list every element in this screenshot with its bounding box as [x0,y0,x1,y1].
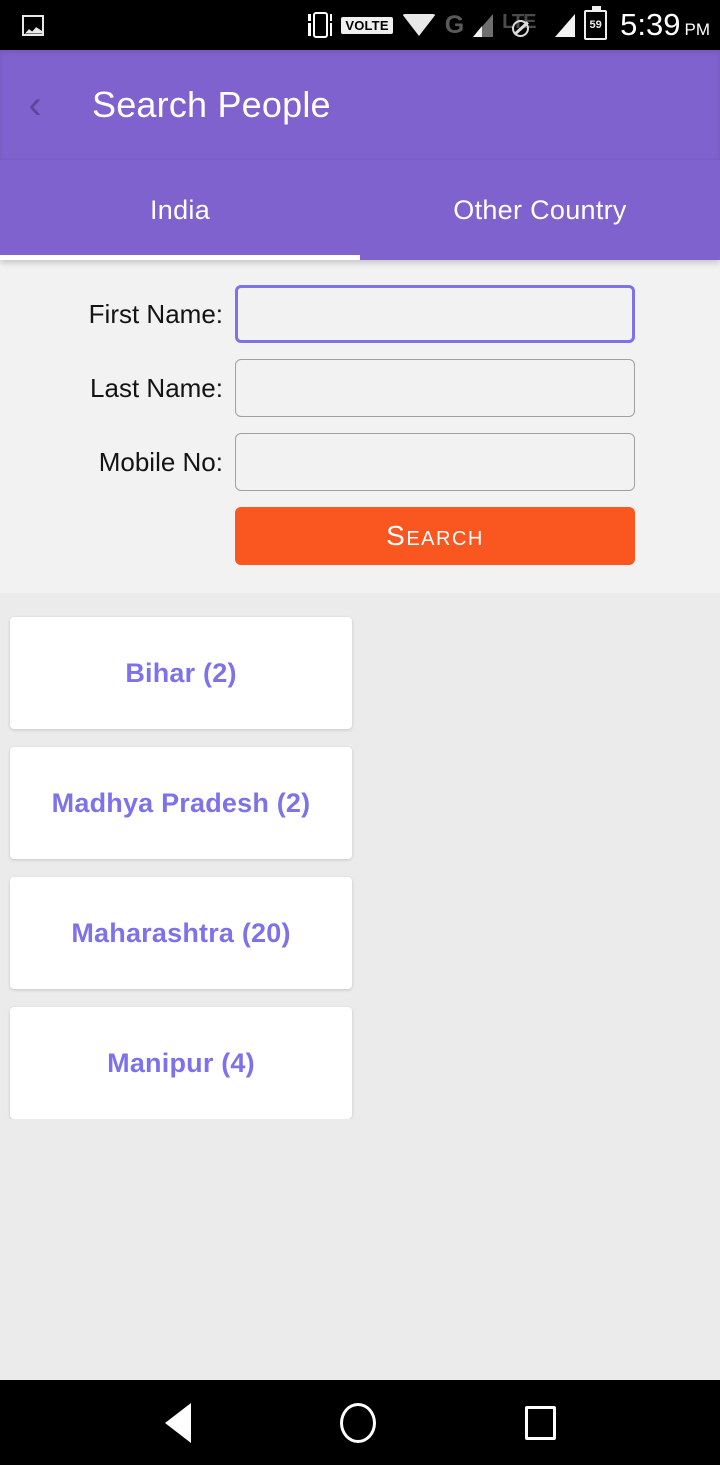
first-name-input[interactable] [235,285,635,343]
android-navigation-bar [0,1380,720,1465]
clock-ampm: PM [684,20,711,39]
vibrate-wave-left [308,14,311,36]
search-button-spacer [45,507,235,565]
gprs-network-icon: G [444,10,465,39]
empty-content-area [0,1119,720,1380]
state-card-madhya-pradesh[interactable]: Madhya Pradesh (2) [10,747,352,859]
state-card-manipur[interactable]: Manipur (4) [10,1007,352,1119]
battery-percent-label: 59 [589,19,602,31]
state-card-label: Bihar (2) [125,657,237,688]
vibrate-wave-right [329,14,333,36]
mobile-no-label: Mobile No: [98,446,223,477]
last-name-row: Last Name: [0,359,720,417]
nav-home-icon[interactable] [339,1402,376,1443]
wifi-icon [401,14,436,36]
search-button-row: Search [0,507,720,565]
battery-icon: 59 [584,6,608,40]
last-name-label: Last Name: [90,372,223,403]
tab-other-country[interactable]: Other Country [360,160,720,260]
mobile-no-row: Mobile No: [0,433,720,491]
mobile-no-input[interactable] [235,433,635,491]
first-name-label: First Name: [88,298,223,329]
first-name-row: First Name: [0,285,720,343]
back-navigation-icon[interactable]: ‹ [0,50,70,160]
photo-notification-icon [22,14,44,36]
clock-time: 5:39 [620,7,681,42]
volte-badge: VOLTE [341,16,393,34]
tab-india[interactable]: India [0,160,360,260]
signal-strength-icon [473,13,494,37]
state-card-label: Maharashtra (20) [71,917,291,948]
last-name-input[interactable] [235,359,635,417]
nav-recents-icon[interactable] [524,1405,556,1440]
search-form: First Name: Last Name: Mobile No: Search [0,260,720,593]
tab-active-indicator [0,255,360,260]
search-button[interactable]: Search [235,507,635,565]
lte-disabled-icon: LTE [502,12,546,38]
vibrate-icon [308,12,333,38]
page-title: Search People [92,84,331,125]
nav-back-icon[interactable] [164,1402,191,1443]
status-bar: VOLTE G LTE 59 5:39 PM [0,0,720,50]
state-card-label: Manipur (4) [107,1047,255,1078]
app-bar: ‹ Search People [0,50,720,160]
status-bar-system-icons: VOLTE G LTE 59 5:39 PM [308,0,710,50]
status-bar-clock: 5:39 PM [616,7,710,43]
state-card-label: Madhya Pradesh (2) [51,787,311,818]
signal-strength-icon-2 [555,13,576,37]
state-card-maharashtra[interactable]: Maharashtra (20) [10,877,352,989]
status-bar-notifications [0,14,44,36]
tab-bar: India Other Country [0,160,720,260]
state-card-bihar[interactable]: Bihar (2) [10,617,352,729]
state-result-grid: Bihar (2) Madhya Pradesh (2) Maharashtra… [0,593,720,1119]
